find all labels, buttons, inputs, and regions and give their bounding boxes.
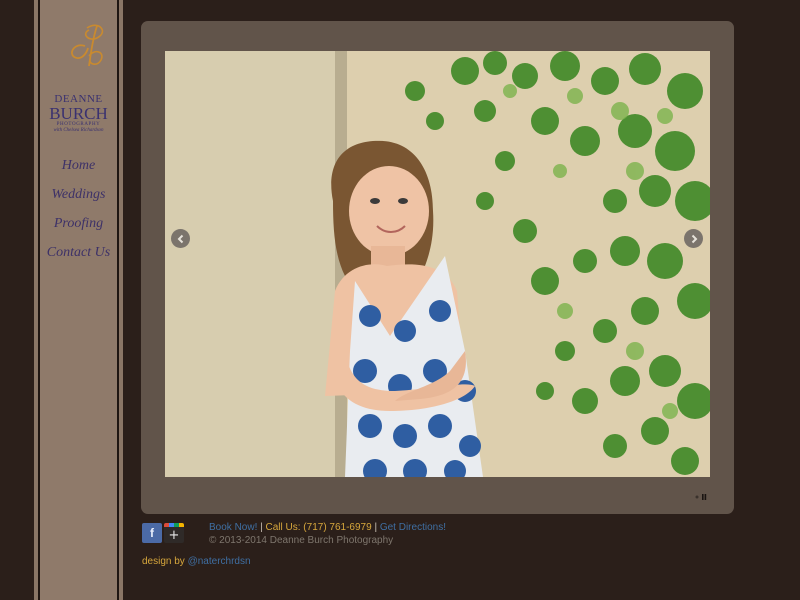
slideshow-frame [141, 21, 734, 514]
get-directions-link[interactable]: Get Directions! [380, 522, 446, 533]
call-us-text: Call Us: (717) 761-6979 [265, 522, 372, 533]
nav-item-weddings[interactable]: Weddings [40, 185, 117, 214]
sidebar-stripe-left [34, 0, 38, 600]
sidebar-panel: DEANNE BURCH PHOTOGRAPHY with Chelsea Ri… [40, 0, 117, 600]
footer-separator: | [371, 522, 380, 533]
brand-subline: with Chelsea Richardson [53, 128, 104, 133]
nav-item-home[interactable]: Home [40, 156, 117, 185]
brand-last-name: BURCH [49, 104, 108, 123]
footer-separator: | [257, 522, 266, 533]
chevron-left-icon [177, 234, 183, 243]
portrait-photo-image [165, 51, 710, 477]
sidebar-stripe-right [119, 0, 123, 600]
nav-item-proofing[interactable]: Proofing [40, 214, 117, 243]
slideshow-photo [165, 51, 710, 477]
designer-link[interactable]: @naterchrdsn [188, 556, 251, 567]
google-plus-button[interactable]: + [164, 523, 184, 543]
logo[interactable]: DEANNE BURCH PHOTOGRAPHY with Chelsea Ri… [40, 22, 117, 142]
copyright-text: © 2013-2014 Deanne Burch Photography [209, 535, 394, 546]
monogram-logo-icon [70, 24, 103, 67]
brand-tagline: PHOTOGRAPHY [56, 122, 101, 127]
facebook-icon: f [150, 526, 154, 540]
facebook-button[interactable]: f [142, 523, 162, 543]
google-plus-glyph: + [169, 528, 180, 543]
google-plus-icon: + [164, 523, 184, 543]
slideshow-pause-button[interactable] [695, 488, 707, 500]
design-credit-prefix: design by [142, 556, 188, 567]
nav-item-contact-us[interactable]: Contact Us [40, 243, 117, 272]
main-nav: Home Weddings Proofing Contact Us [40, 156, 117, 272]
slideshow-prev-button[interactable] [171, 229, 190, 248]
design-credit: design by @naterchrdsn [142, 556, 251, 567]
sidebar: DEANNE BURCH PHOTOGRAPHY with Chelsea Ri… [34, 0, 123, 600]
pause-icon [695, 494, 707, 500]
footer-contact-line: Book Now! | Call Us: (717) 761-6979 | Ge… [209, 522, 446, 533]
chevron-right-icon [691, 234, 697, 243]
book-now-link[interactable]: Book Now! [209, 522, 257, 533]
slideshow-next-button[interactable] [684, 229, 703, 248]
